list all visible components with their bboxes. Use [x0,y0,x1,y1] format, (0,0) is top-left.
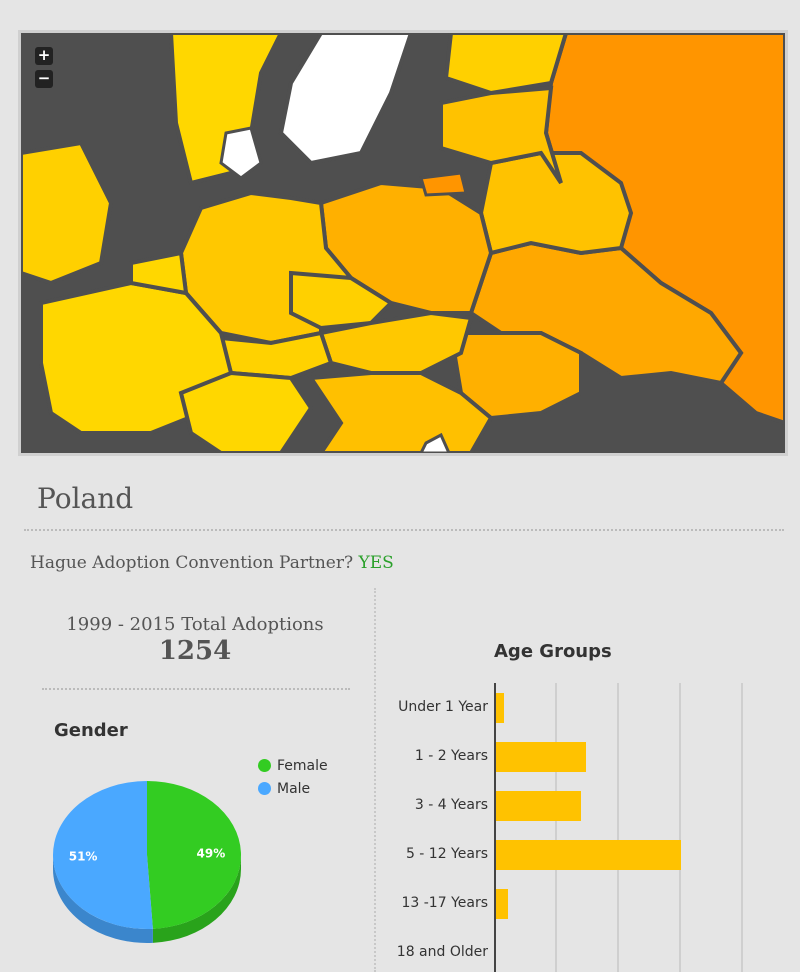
title-divider [24,529,784,531]
legend-male-label: Male [277,781,311,797]
hague-question: Hague Adoption Convention Partner? [30,553,354,573]
age-tick-label: 18 and Older [396,944,488,960]
age-bar[interactable] [496,889,508,919]
age-tick-label: 5 - 12 Years [405,846,488,862]
gender-chart-title: Gender [54,720,128,741]
zoom-out-button[interactable]: − [35,70,53,88]
legend-item-male[interactable]: Male [258,781,310,797]
pie-label-male: 51% [69,850,98,864]
age-bar-chart [494,683,743,972]
map-region-sweden[interactable] [278,33,414,166]
legend-item-female[interactable]: Female [258,758,328,774]
hague-status: Hague Adoption Convention Partner? YES [30,553,394,573]
legend-female-label: Female [277,758,328,774]
column-divider [374,588,376,972]
age-chart-title: Age Groups [494,641,612,662]
age-tick-label: 3 - 4 Years [414,797,488,813]
age-bar[interactable] [496,791,581,821]
age-bar[interactable] [496,693,504,723]
age-tick-label: 1 - 2 Years [414,748,488,764]
country-title: Poland [37,482,134,515]
gender-pie-chart: 49% 51% [52,781,241,943]
pie-label-female: 49% [197,846,226,860]
map-region-uk[interactable] [21,140,114,286]
map-canvas[interactable] [21,33,785,453]
age-bar[interactable] [496,742,586,772]
zoom-in-button[interactable]: + [35,47,53,65]
totals-label: 1999 - 2015 Total Adoptions [66,614,324,635]
map[interactable]: + − [18,30,788,456]
map-region-kaliningrad[interactable] [419,171,468,197]
map-region-italy[interactable] [178,370,314,453]
age-tick-label: 13 -17 Years [401,895,488,911]
hague-answer: YES [358,553,394,573]
totals-divider [42,688,350,690]
age-bar[interactable] [496,840,681,870]
map-region-finland[interactable] [443,33,569,96]
age-tick-label: Under 1 Year [398,699,488,715]
totals-value: 1254 [158,636,232,666]
